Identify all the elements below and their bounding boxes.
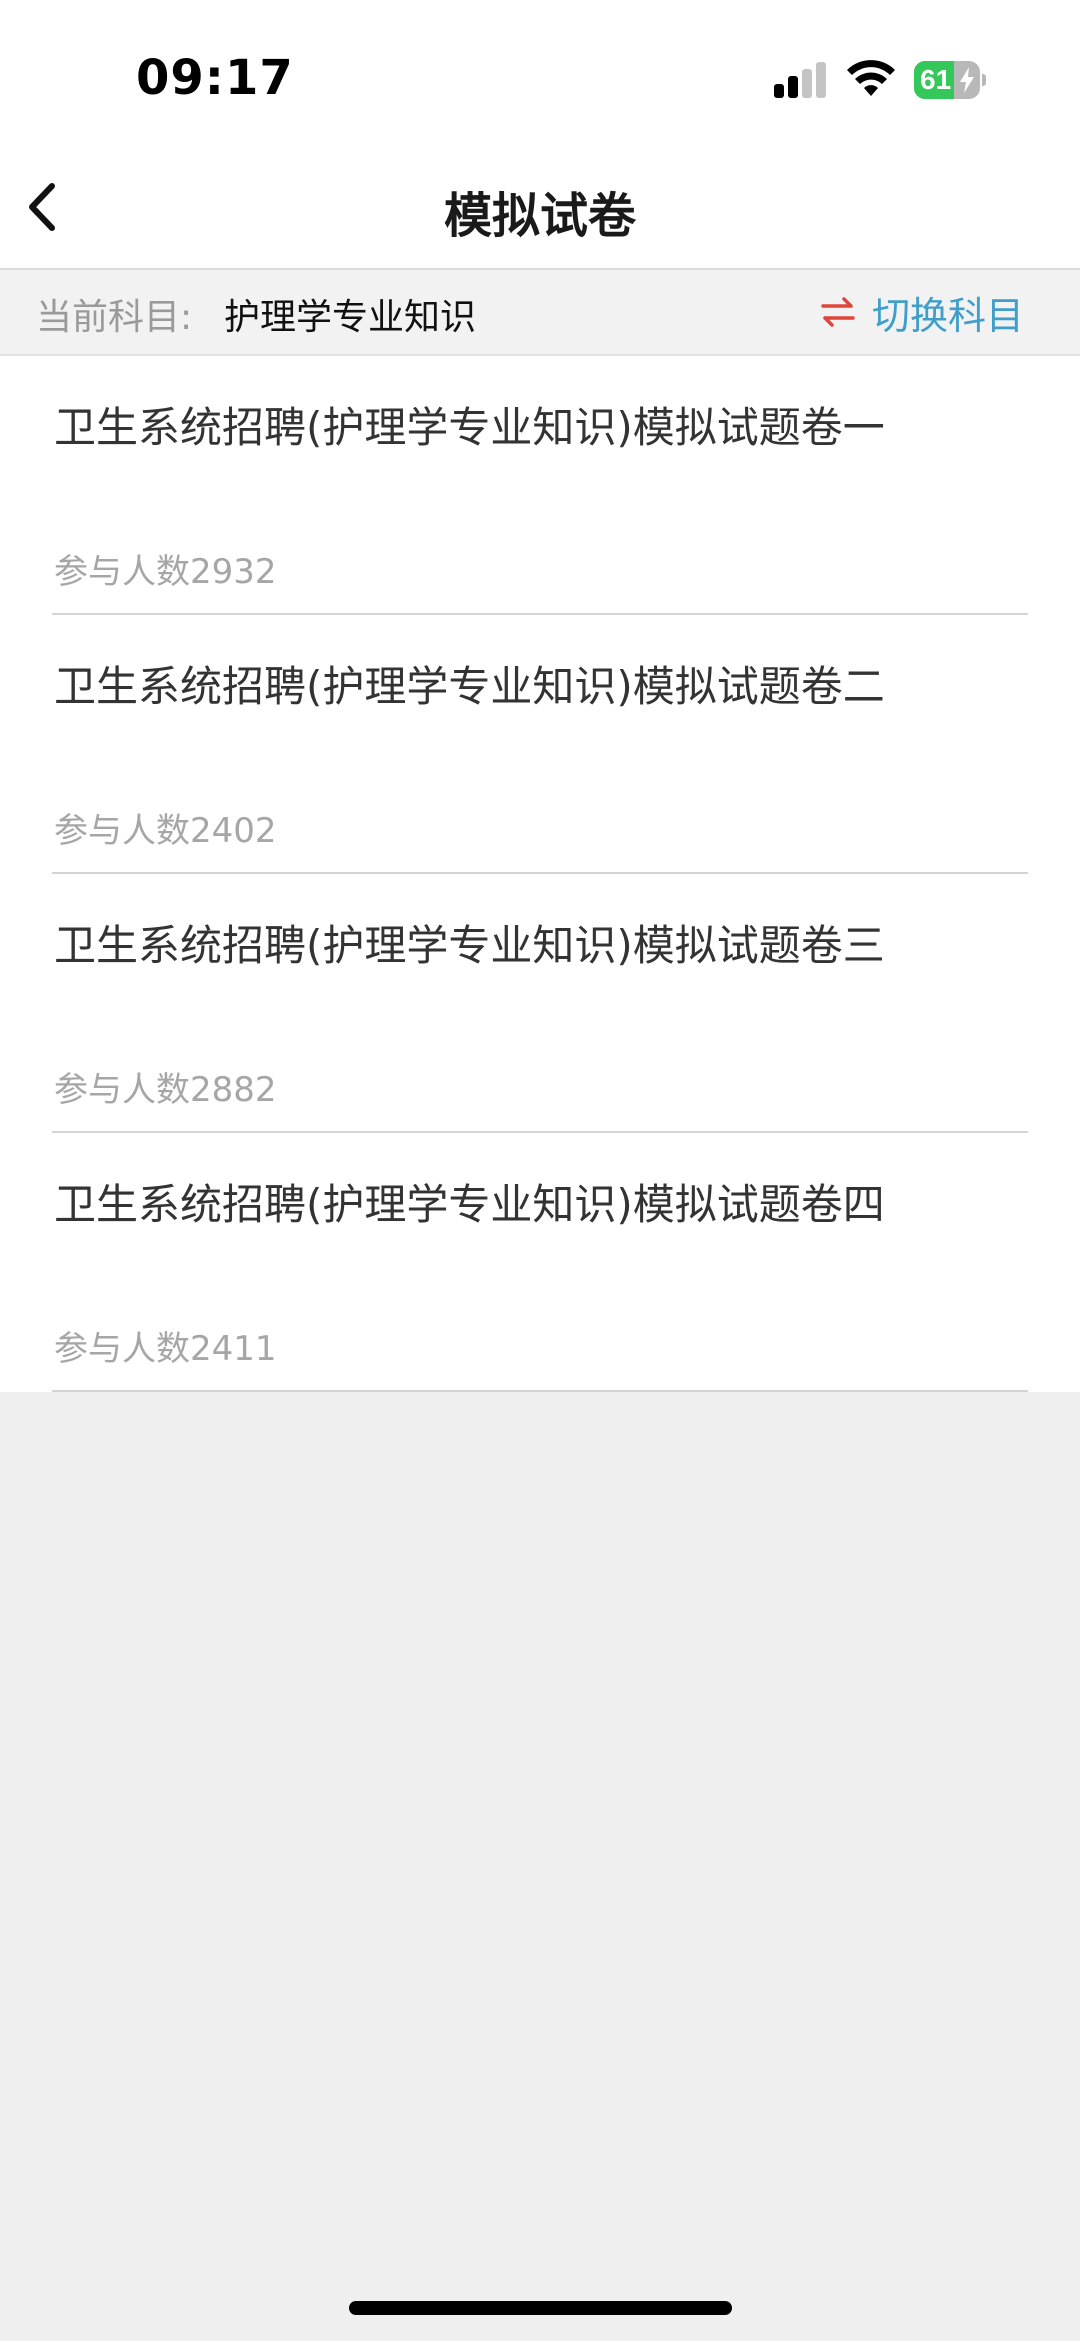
charging-bolt-icon	[960, 67, 974, 93]
battery-body: 61	[914, 61, 980, 99]
battery-indicator: 61	[914, 61, 986, 99]
paper-title: 卫生系统招聘(护理学专业知识)模拟试题卷一	[54, 403, 885, 452]
current-subject-value: 护理学专业知识	[224, 297, 477, 338]
paper-participant-count: 参与人数2932	[54, 552, 277, 592]
nav-bar: 模拟试卷	[0, 150, 1080, 270]
status-time: 09:17	[136, 50, 294, 106]
paper-title: 卫生系统招聘(护理学专业知识)模拟试题卷四	[54, 1180, 885, 1229]
paper-list: 卫生系统招聘(护理学专业知识)模拟试题卷一 参与人数2932 卫生系统招聘(护理…	[0, 356, 1080, 1392]
switch-subject-button[interactable]: 切换科目	[820, 284, 1024, 340]
paper-item[interactable]: 卫生系统招聘(护理学专业知识)模拟试题卷一 参与人数2932	[0, 356, 1080, 615]
swap-arrows-icon	[821, 297, 855, 327]
cellular-signal-icon	[774, 62, 826, 98]
subject-bar: 当前科目: 护理学专业知识 切换科目	[0, 270, 1080, 356]
wifi-icon	[847, 60, 895, 96]
paper-participant-count: 参与人数2402	[54, 811, 277, 851]
paper-item[interactable]: 卫生系统招聘(护理学专业知识)模拟试题卷三 参与人数2882	[0, 874, 1080, 1133]
switch-subject-label: 切换科目	[871, 293, 1024, 338]
battery-cap	[982, 74, 986, 86]
status-bar: 09:17 61	[0, 0, 1080, 150]
divider	[52, 1390, 1028, 1392]
page-title: 模拟试卷	[443, 188, 636, 244]
paper-title: 卫生系统招聘(护理学专业知识)模拟试题卷二	[54, 662, 885, 711]
paper-title: 卫生系统招聘(护理学专业知识)模拟试题卷三	[54, 921, 885, 970]
paper-item[interactable]: 卫生系统招聘(护理学专业知识)模拟试题卷四 参与人数2411	[0, 1133, 1080, 1392]
paper-participant-count: 参与人数2411	[54, 1329, 277, 1369]
battery-level: 61	[920, 64, 952, 95]
home-indicator[interactable]	[349, 2301, 732, 2315]
current-subject-label: 当前科目:	[36, 297, 193, 338]
paper-participant-count: 参与人数2882	[54, 1070, 277, 1110]
paper-item[interactable]: 卫生系统招聘(护理学专业知识)模拟试题卷二 参与人数2402	[0, 615, 1080, 874]
